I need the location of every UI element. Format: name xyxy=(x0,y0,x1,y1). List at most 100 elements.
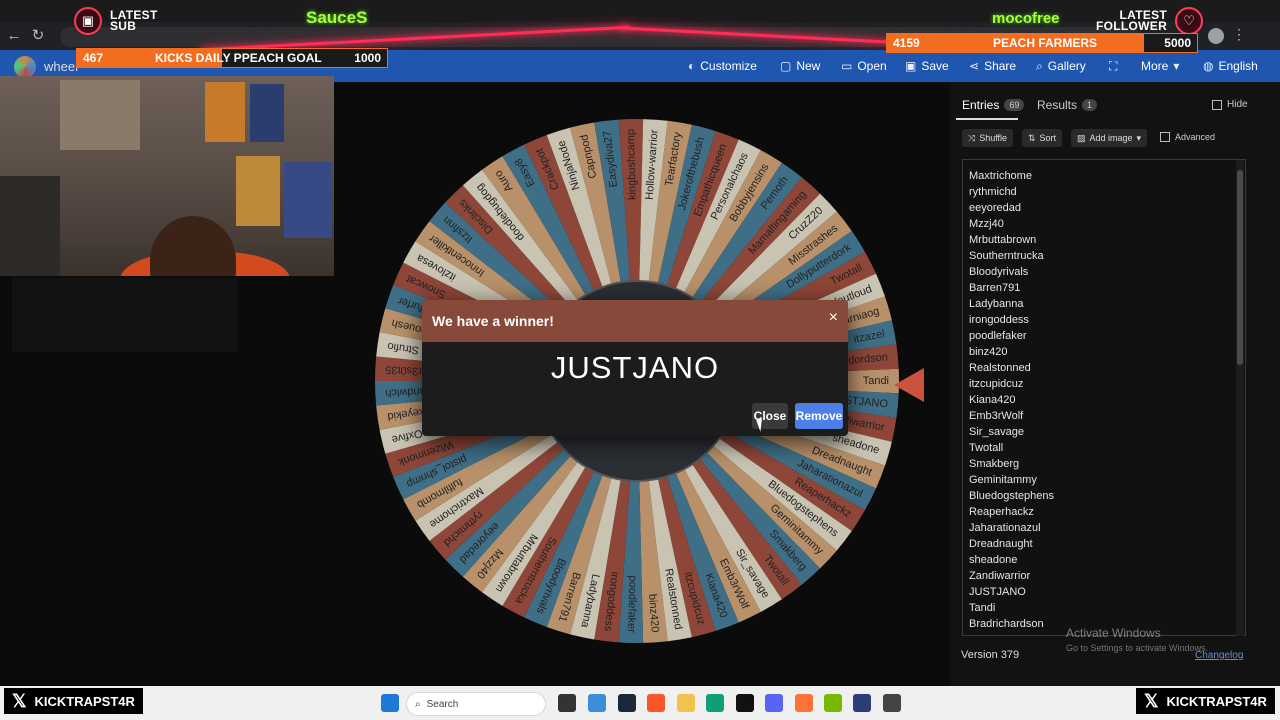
folder-icon: ▭ xyxy=(841,59,853,73)
windows-taskbar xyxy=(0,686,1280,720)
menu-save[interactable]: ▣ Save xyxy=(905,50,949,82)
menu-new[interactable]: ▢ New xyxy=(780,50,820,82)
entry-item: Ladybanna xyxy=(969,298,1024,310)
advanced-checkbox[interactable] xyxy=(1160,132,1170,142)
entry-item: sheadone xyxy=(969,554,1018,566)
x-handle-right-label: KICKTRAPST4R xyxy=(1166,693,1267,709)
entries-list: Maxtrichome rythmichd eeyoredad Mzzj40 Mrbut… xyxy=(969,168,1054,632)
menu-gallery[interactable]: ⌕ Gallery xyxy=(1036,50,1086,82)
shuffle-button[interactable]: ⤨ Shuffle xyxy=(962,129,1014,147)
taskbar-search[interactable]: ⌕ Search xyxy=(406,692,546,716)
poster-image xyxy=(250,84,284,142)
nvidia-icon[interactable] xyxy=(824,694,842,712)
entry-item: Tandi xyxy=(969,602,996,614)
twitch-icon: ▣ xyxy=(74,7,102,35)
sort-button[interactable]: ⇅ Sort xyxy=(1022,129,1063,147)
menu-new-label: New xyxy=(796,59,821,73)
start-icon[interactable] xyxy=(381,694,399,712)
entry-item: Kiana420 xyxy=(969,394,1016,406)
menu-more[interactable]: More ▾ xyxy=(1141,50,1179,82)
globe-icon: ◍ xyxy=(1203,59,1214,73)
brave-icon[interactable] xyxy=(647,694,665,712)
entry-item: Emb3rWolf xyxy=(969,410,1024,422)
firefox-icon[interactable] xyxy=(795,694,813,712)
reload-icon[interactable]: ↻ xyxy=(28,26,48,46)
entry-item: itzcupidcuz xyxy=(969,378,1024,390)
entry-item: Realstonned xyxy=(969,362,1031,374)
menu-open[interactable]: ▭ Open xyxy=(841,50,887,82)
search-icon: ⌕ xyxy=(415,698,421,710)
save-icon: ▣ xyxy=(905,59,917,73)
wheel-logo-icon[interactable] xyxy=(14,56,36,78)
entry-item: Sir_savage xyxy=(969,426,1025,438)
app-title: wheel xyxy=(44,59,78,74)
tab-entries[interactable]: Entries 69 xyxy=(962,98,1025,112)
entry-item: Twotall xyxy=(969,442,1004,454)
activate-windows-title: Activate Windows xyxy=(1066,626,1161,640)
chevron-down-icon: ▾ xyxy=(1173,59,1180,73)
goal-right-current: 4159 xyxy=(893,36,920,50)
tiktok-icon[interactable] xyxy=(736,694,754,712)
wheel-slice-label: poodlefaker xyxy=(625,575,638,633)
ticker-left: SauceS xyxy=(306,8,368,27)
entry-item: JUSTJANO xyxy=(969,586,1026,598)
dialog-close-icon[interactable]: × xyxy=(829,309,838,327)
latest-sub-alert: ▣ LATEST SUB xyxy=(74,4,158,38)
add-image-button[interactable]: ▨ Add image ▾ xyxy=(1071,129,1148,147)
tab-results[interactable]: Results 1 xyxy=(1037,98,1098,112)
file-explorer-icon[interactable] xyxy=(588,694,606,712)
entry-item: Smakberg xyxy=(969,458,1020,470)
x-handle-left: 𝕏 KICKTRAPST4R xyxy=(4,688,143,714)
hide-toggle[interactable]: Hide xyxy=(1212,99,1248,110)
advanced-toggle[interactable]: Advanced xyxy=(1160,132,1215,142)
poster-image xyxy=(205,82,245,142)
x-logo-icon: 𝕏 xyxy=(12,690,27,711)
entries-scroll-thumb[interactable] xyxy=(1237,170,1243,365)
goal-left-current: 467 xyxy=(83,51,104,65)
chevron-down-icon: ▾ xyxy=(1136,132,1142,143)
obs-icon[interactable] xyxy=(883,694,901,712)
menu-fullscreen[interactable]: ⛶ xyxy=(1109,50,1117,82)
wheel-slice-label: kingbushcamp xyxy=(625,129,639,200)
entry-item: Mzzj40 xyxy=(969,218,1004,230)
winner-name: JUSTJANO xyxy=(550,350,720,385)
menu-customize[interactable]: ◐ Customize xyxy=(688,50,757,82)
menu-share-label: Share xyxy=(984,59,1017,73)
results-count-badge: 1 xyxy=(1082,99,1098,111)
version-label: Version 379 xyxy=(961,649,1020,661)
browser-menu-icon[interactable]: ⋮ xyxy=(1232,26,1246,43)
search-icon: ⌕ xyxy=(1036,58,1043,73)
steam-icon[interactable] xyxy=(618,694,636,712)
hide-checkbox[interactable] xyxy=(1212,99,1222,110)
task-view-icon[interactable] xyxy=(558,694,576,712)
goal-right-label: PEACH FARMERS xyxy=(993,36,1098,50)
ticker-right: mocofree xyxy=(992,10,1060,27)
menu-language[interactable]: ◍ English xyxy=(1203,50,1258,82)
menu-more-label: More xyxy=(1141,59,1169,73)
edge-icon[interactable] xyxy=(706,694,724,712)
webcam-overlay xyxy=(0,76,334,276)
discord-icon[interactable] xyxy=(765,694,783,712)
remove-button[interactable]: Remove xyxy=(795,403,843,429)
menu-customize-label: Customize xyxy=(700,59,757,73)
entry-item: Jaharationazul xyxy=(969,522,1041,534)
taskbar-search-label: Search xyxy=(426,698,459,710)
sort-icon: ⇅ xyxy=(1028,132,1036,143)
wheel-pointer-icon xyxy=(894,368,924,402)
latest-sub-label: LATEST SUB xyxy=(110,8,158,33)
goal-bar-right: 4159 PEACH FARMERS 5000 xyxy=(886,33,1198,53)
entry-item: Southerntrucka xyxy=(969,250,1044,262)
file-icon: ▢ xyxy=(780,59,792,73)
app-icon[interactable] xyxy=(853,694,871,712)
x-handle-left-label: KICKTRAPST4R xyxy=(34,693,135,709)
profile-icon[interactable] xyxy=(1208,28,1224,44)
changelog-link[interactable]: Changelog xyxy=(1195,650,1243,661)
entry-item: Bradrichardson xyxy=(969,618,1044,630)
menu-open-label: Open xyxy=(857,59,887,73)
tab-entries-label: Entries xyxy=(962,98,1000,112)
folder-icon[interactable] xyxy=(677,694,695,712)
menu-share[interactable]: ⋖ Share xyxy=(969,50,1016,82)
entries-textarea[interactable]: Maxtrichome rythmichd eeyoredad Mzzj40 Mrbut… xyxy=(962,159,1246,636)
entry-item: Geminitammy xyxy=(969,474,1037,486)
back-icon[interactable]: ← xyxy=(4,26,24,46)
